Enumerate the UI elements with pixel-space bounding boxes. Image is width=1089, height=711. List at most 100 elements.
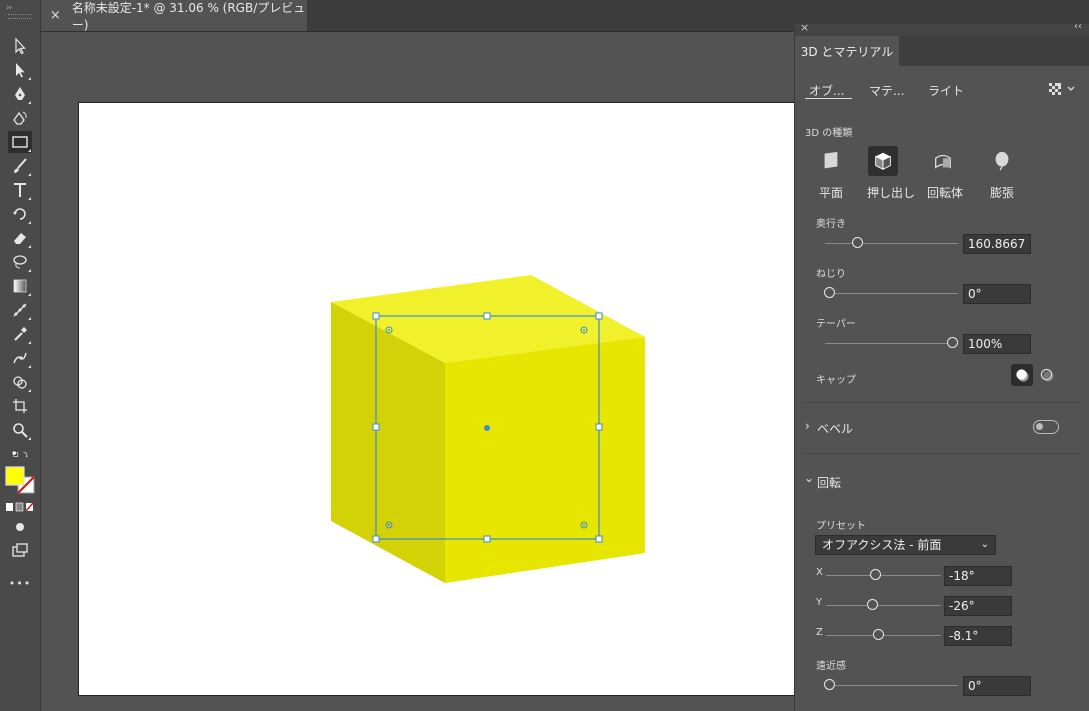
paintbrush-tool-icon[interactable] (8, 155, 32, 177)
draw-mode-icon[interactable] (8, 516, 32, 538)
cube-front-face (445, 337, 645, 583)
eyedropper-tool-icon[interactable] (8, 323, 32, 345)
preset-label: プリセット (816, 521, 866, 532)
rotate-y-value-field[interactable]: -26° (944, 596, 1012, 616)
direct-selection-tool-icon[interactable] (8, 59, 32, 81)
tab-materials[interactable]: マテ... (869, 82, 904, 99)
rotate-z-slider-knob[interactable] (873, 629, 884, 640)
divider (803, 402, 1081, 403)
rotate-x-slider-knob[interactable] (870, 569, 881, 580)
rotation-label[interactable]: 回転 (817, 474, 841, 491)
rectangle-tool-icon[interactable] (8, 131, 32, 153)
rotate-x-slider-track[interactable] (826, 575, 941, 576)
rotate-z-value-field[interactable]: -8.1° (944, 626, 1012, 646)
twist-slider-track[interactable] (825, 293, 958, 294)
taper-slider-knob[interactable] (947, 337, 958, 348)
selection-handle (372, 423, 380, 431)
fill-stroke-swatch[interactable] (4, 465, 38, 497)
more-tools-icon[interactable]: ••• (8, 572, 32, 594)
fill-color-icon (5, 466, 25, 486)
inflate-balloon-icon (995, 151, 1009, 171)
color-mode-icon[interactable] (4, 500, 36, 514)
type-extrude-button[interactable] (868, 146, 898, 176)
type-tool-icon[interactable] (8, 179, 32, 201)
twist-value-field[interactable]: 0° (963, 284, 1031, 304)
pen-tool-icon[interactable] (8, 83, 32, 105)
type-plane-label: 平面 (818, 186, 843, 200)
gradient-tool-icon[interactable] (8, 275, 32, 297)
bevel-toggle[interactable] (1033, 420, 1059, 434)
depth-slider-knob[interactable] (852, 237, 863, 248)
selection-handle (595, 312, 603, 320)
rotate-x-value-field[interactable]: -18° (944, 566, 1012, 586)
panel-collapse-icon[interactable]: ›› (6, 3, 12, 13)
render-options-icon[interactable] (1047, 81, 1079, 97)
default-fill-stroke-icon[interactable] (4, 444, 36, 466)
rotate-x-label: X (816, 567, 823, 578)
rotate-y-slider-knob[interactable] (867, 599, 878, 610)
twist-slider-knob[interactable] (824, 287, 835, 298)
tools-panel: ›› ••• (0, 0, 41, 711)
screen-mode-icon[interactable] (8, 540, 32, 562)
perspective-label: 遠近感 (816, 661, 846, 672)
selection-handle (595, 535, 603, 543)
panel-title: 3D とマテリアル (800, 44, 894, 59)
3d-materials-panel: × ‹‹ 3D とマテリアル オブ... マテ... ライト 3D の種類 平面… (794, 21, 1089, 711)
panel-header: 3D とマテリアル (795, 36, 1089, 66)
type-inflate-button[interactable] (987, 146, 1017, 176)
type-revolve-label: 回転体 (926, 186, 963, 200)
selection-handle (372, 312, 380, 320)
extruded-cube-object[interactable] (79, 103, 839, 697)
taper-slider-track[interactable] (825, 343, 958, 344)
selection-handle (372, 535, 380, 543)
artboard[interactable] (78, 102, 838, 696)
cap-on-icon (1015, 368, 1029, 382)
rotation-collapse-icon[interactable]: ⌄ (804, 471, 814, 485)
taper-value-field[interactable]: 100% (963, 334, 1031, 354)
preset-dropdown[interactable]: オフアクシス法 - 前面 ⌄ (815, 535, 996, 555)
perspective-slider-knob[interactable] (824, 679, 835, 690)
eraser-tool-icon[interactable] (8, 227, 32, 249)
selection-handle (595, 423, 603, 431)
panel-top-bar: × ‹‹ (795, 21, 1089, 36)
rotate-y-label: Y (816, 597, 823, 608)
selection-handle (483, 312, 491, 320)
bevel-label[interactable]: ベベル (817, 420, 853, 437)
depth-slider-track[interactable] (825, 243, 958, 244)
bevel-expand-icon[interactable]: › (805, 419, 810, 433)
cap-off-button[interactable] (1036, 364, 1058, 386)
rotate-y-slider-track[interactable] (826, 605, 941, 606)
puppet-warp-tool-icon[interactable] (8, 347, 32, 369)
taper-label: テーパー (816, 319, 856, 330)
type-plane-button[interactable] (816, 146, 846, 176)
toolbar-grip[interactable] (8, 14, 32, 19)
depth-value-field[interactable]: 160.8667 (963, 234, 1031, 254)
3d-type-label: 3D の種類 (805, 128, 853, 139)
tab-lighting[interactable]: ライト (928, 82, 964, 99)
lasso-tool-icon[interactable] (8, 251, 32, 273)
selection-handle (483, 535, 491, 543)
curvature-tool-icon[interactable] (8, 107, 32, 129)
zoom-tool-icon[interactable] (8, 419, 32, 441)
artboard-tool-icon[interactable] (8, 395, 32, 417)
panel-title-tab[interactable]: 3D とマテリアル (795, 36, 899, 66)
cap-on-button[interactable] (1011, 364, 1033, 386)
shape-builder-tool-icon[interactable] (8, 371, 32, 393)
tab-object[interactable]: オブ... (809, 82, 844, 99)
preset-value: オフアクシス法 - 前面 (822, 538, 942, 552)
perspective-value-field[interactable]: 0° (963, 676, 1031, 696)
type-extrude-label: 押し出し (866, 186, 915, 200)
collapse-panel-icon[interactable]: ‹‹ (1074, 21, 1082, 32)
type-inflate-label: 膨張 (989, 186, 1014, 200)
close-panel-icon[interactable]: × (800, 21, 809, 34)
document-tab[interactable]: × 名称未設定-1* @ 31.06 % (RGB/プレビュー) (41, 0, 307, 32)
perspective-slider-track[interactable] (825, 685, 958, 686)
close-document-icon[interactable]: × (45, 8, 66, 23)
blend-tool-icon[interactable] (8, 299, 32, 321)
type-revolve-button[interactable] (928, 146, 958, 176)
active-tab-indicator (805, 98, 852, 99)
rotate-tool-icon[interactable] (8, 203, 32, 225)
document-tab-title: 名称未設定-1* @ 31.06 % (RGB/プレビュー) (71, 0, 306, 32)
revolve-icon (935, 154, 951, 169)
selection-tool-icon[interactable] (8, 35, 32, 57)
